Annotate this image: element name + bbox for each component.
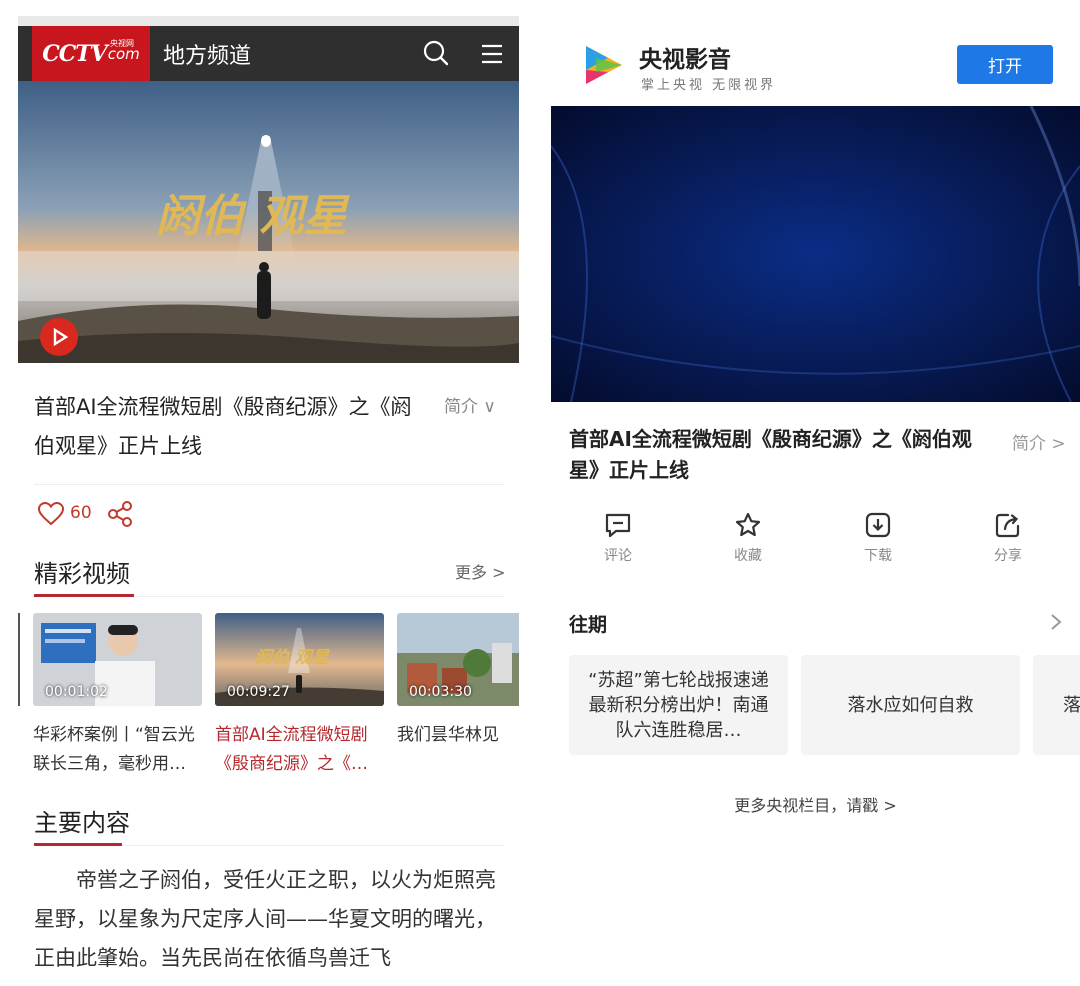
video-thumbnail[interactable]: 阏伯 观星 00:09:27 — [215, 613, 384, 706]
video-thumbnail[interactable]: 00:01:02 — [33, 613, 202, 706]
star-icon — [735, 512, 761, 537]
heart-icon[interactable] — [38, 502, 64, 526]
action-label: 下载 — [864, 548, 892, 564]
video-thumbnail[interactable]: 00:03:30 — [397, 613, 519, 706]
video-duration: 00:01:02 — [45, 684, 108, 700]
download-action[interactable]: 下载 — [838, 511, 918, 565]
share-icon — [995, 513, 1020, 538]
action-label: 分享 — [994, 548, 1022, 564]
action-label: 评论 — [604, 548, 632, 564]
section-underline — [34, 843, 122, 846]
app-name: 央视影音 — [639, 47, 731, 73]
yangshi-app-logo-icon — [578, 40, 628, 90]
comment-icon — [605, 513, 631, 538]
more-columns-link[interactable]: 更多央视栏目，请戳 > — [551, 792, 1080, 816]
like-count: 60 — [70, 503, 92, 523]
hero-video-poster[interactable]: 阏伯 观星 — [18, 81, 519, 363]
cctv-logo[interactable]: CCTV com 央视网 — [32, 26, 150, 81]
download-icon — [865, 512, 891, 538]
video-duration: 00:03:30 — [409, 684, 472, 700]
menu-icon[interactable] — [480, 42, 504, 66]
open-app-button[interactable]: 打开 — [957, 45, 1053, 84]
chevron-right-icon[interactable] — [1049, 612, 1063, 632]
site-header: CCTV com 央视网 地方频道 — [18, 26, 519, 81]
video-headline: 首部AI全流程微短剧《殷商纪源》之《阏伯观星》正片上线 — [569, 427, 972, 482]
main-content-text: 帝喾之子阏伯，受任火正之职，以火为炬照亮星野，以星象为尺定序人间——华夏文明的曙… — [34, 868, 496, 970]
comment-action[interactable]: 评论 — [578, 511, 658, 565]
video-caption[interactable]: 华彩杯案例丨“智云光联长三角，毫秒用… — [33, 721, 203, 779]
top-strip — [18, 16, 519, 26]
cctv-web-panel: CCTV com 央视网 地方频道 阏伯 观星 首部AI全流程微短剧《殷商纪源》… — [18, 16, 519, 986]
logo-sub-text: 央视网 — [110, 39, 134, 48]
cctv-app-panel: 央视影音 掌上央视 无限视界 打开 首部AI全流程微短剧《殷商纪源》之《阏伯观星… — [551, 16, 1080, 986]
intro-toggle[interactable]: 简介 > — [1012, 429, 1066, 454]
episode-card[interactable]: “苏超”第七轮战报速递 最新积分榜出炉！南通队六连胜稳居… — [569, 655, 788, 755]
video-player[interactable] — [551, 106, 1080, 402]
video-headline: 首部AI全流程微短剧《殷商纪源》之《阏伯观星》正片上线 — [34, 395, 412, 458]
play-badge-icon[interactable] — [40, 318, 78, 356]
channel-title: 地方频道 — [163, 44, 252, 69]
section-underline — [34, 594, 134, 597]
svg-text:阏伯 观星: 阏伯 观星 — [255, 648, 331, 668]
search-icon[interactable] — [423, 40, 449, 66]
past-episodes-title: 往期 — [569, 614, 608, 636]
video-caption[interactable]: 我们昙华林见 — [397, 721, 519, 750]
share-icon[interactable] — [106, 500, 134, 528]
video-duration: 00:09:27 — [227, 684, 290, 700]
divider — [34, 484, 504, 485]
episode-card[interactable]: 落水应如何自救 — [801, 655, 1020, 755]
episode-card[interactable]: 落 — [1033, 655, 1080, 755]
share-action[interactable]: 分享 — [968, 511, 1048, 565]
logo-main-text: CCTV — [42, 40, 107, 67]
favorite-action[interactable]: 收藏 — [708, 511, 788, 565]
thumb-edge — [18, 613, 20, 706]
more-videos-link[interactable]: 更多 > — [455, 559, 506, 583]
section-title-videos: 精彩视频 — [34, 560, 130, 588]
video-caption-active[interactable]: 首部AI全流程微短剧《殷商纪源》之《… — [215, 721, 385, 779]
action-label: 收藏 — [734, 548, 762, 564]
section-title-main: 主要内容 — [34, 809, 130, 837]
hero-title-text: 阏伯 观星 — [156, 191, 350, 242]
app-slogan: 掌上央视 无限视界 — [641, 78, 777, 93]
intro-toggle[interactable]: 简介 ∨ — [444, 392, 496, 417]
